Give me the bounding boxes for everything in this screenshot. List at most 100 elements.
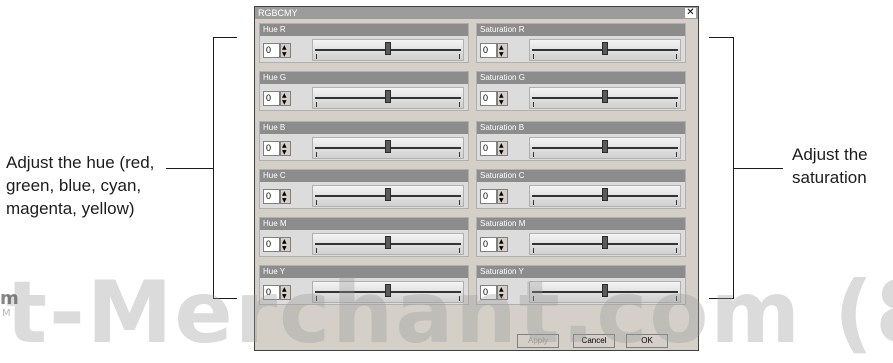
saturation-spinner-r[interactable]: 0 ▲ ▼ <box>480 43 508 58</box>
spinner-arrows-icon[interactable]: ▲ ▼ <box>497 43 508 58</box>
saturation-bracket-bottom <box>709 298 733 299</box>
close-icon[interactable]: ✕ <box>685 8 696 18</box>
hue-value-b[interactable]: 0 <box>263 141 280 156</box>
spinner-arrows-icon[interactable]: ▲ ▼ <box>497 237 508 252</box>
spinner-arrows-icon[interactable]: ▲ ▼ <box>497 285 508 300</box>
saturation-value-r[interactable]: 0 <box>480 43 497 58</box>
hue-spinner-r[interactable]: 0 ▲ ▼ <box>263 43 291 58</box>
slider-thumb[interactable] <box>602 90 608 103</box>
slider-thumb[interactable] <box>385 140 391 153</box>
group-header: Hue Y <box>260 266 468 278</box>
slider-tick-max <box>676 248 677 253</box>
spin-down-icon[interactable]: ▼ <box>282 100 287 106</box>
hue-slider-b[interactable] <box>312 137 464 159</box>
slider-thumb[interactable] <box>602 236 608 249</box>
hue-spinner-g[interactable]: 0 ▲ ▼ <box>263 91 291 106</box>
spin-down-icon[interactable]: ▼ <box>499 100 504 106</box>
spinner-arrows-icon[interactable]: ▲ ▼ <box>497 189 508 204</box>
slider-tick-max <box>459 248 460 253</box>
group-header: Hue R <box>260 24 468 36</box>
slider-thumb[interactable] <box>602 188 608 201</box>
slider-thumb[interactable] <box>602 284 608 297</box>
slider-thumb[interactable] <box>385 90 391 103</box>
saturation-spinner-m[interactable]: 0 ▲ ▼ <box>480 237 508 252</box>
hue-slider-r[interactable] <box>312 39 464 61</box>
slider-tick-max <box>676 54 677 59</box>
saturation-spinner-g[interactable]: 0 ▲ ▼ <box>480 91 508 106</box>
spin-down-icon[interactable]: ▼ <box>499 150 504 156</box>
cancel-button[interactable]: Cancel <box>573 334 615 348</box>
slider-tick-max <box>676 296 677 301</box>
slider-thumb[interactable] <box>385 236 391 249</box>
apply-button[interactable]: Apply <box>517 334 559 348</box>
group-header: Saturation R <box>477 24 685 36</box>
saturation-value-c[interactable]: 0 <box>480 189 497 204</box>
slider-tick-min <box>533 152 534 157</box>
hue-value-r[interactable]: 0 <box>263 43 280 58</box>
saturation-label-c: Saturation C <box>480 171 525 180</box>
saturation-slider-r[interactable] <box>529 39 681 61</box>
hue-slider-m[interactable] <box>312 233 464 255</box>
hue-pointer-line <box>166 168 213 169</box>
slider-thumb[interactable] <box>602 42 608 55</box>
saturation-spinner-y[interactable]: 0 ▲ ▼ <box>480 285 508 300</box>
saturation-slider-g[interactable] <box>529 87 681 109</box>
spin-down-icon[interactable]: ▼ <box>499 246 504 252</box>
spin-down-icon[interactable]: ▼ <box>282 52 287 58</box>
hue-slider-g[interactable] <box>312 87 464 109</box>
saturation-spinner-c[interactable]: 0 ▲ ▼ <box>480 189 508 204</box>
spin-down-icon[interactable]: ▼ <box>282 150 287 156</box>
slider-tick-min <box>316 54 317 59</box>
saturation-spinner-b[interactable]: 0 ▲ ▼ <box>480 141 508 156</box>
hue-spinner-b[interactable]: 0 ▲ ▼ <box>263 141 291 156</box>
spin-down-icon[interactable]: ▼ <box>282 246 287 252</box>
hue-slider-c[interactable] <box>312 185 464 207</box>
spinner-arrows-icon[interactable]: ▲ ▼ <box>280 91 291 106</box>
hue-spinner-y[interactable]: 0 ▲ ▼ <box>263 285 291 300</box>
rgbcmy-dialog: RGBCMY ✕ Hue R 0 ▲ ▼ Hue G 0 ▲ ▼ Hue B 0 ▲ ▼ Hue C 0 ▲… <box>254 6 699 351</box>
slider-tick-max <box>676 102 677 107</box>
spinner-arrows-icon[interactable]: ▲ ▼ <box>280 237 291 252</box>
hue-value-g[interactable]: 0 <box>263 91 280 106</box>
saturation-value-b[interactable]: 0 <box>480 141 497 156</box>
saturation-slider-y[interactable] <box>529 281 681 303</box>
hue-value-c[interactable]: 0 <box>263 189 280 204</box>
spinner-arrows-icon[interactable]: ▲ ▼ <box>280 141 291 156</box>
hue-value-m[interactable]: 0 <box>263 237 280 252</box>
spinner-arrows-icon[interactable]: ▲ ▼ <box>280 285 291 300</box>
slider-thumb[interactable] <box>385 42 391 55</box>
hue-value-y[interactable]: 0 <box>263 285 280 300</box>
group-header: Saturation B <box>477 122 685 134</box>
spin-down-icon[interactable]: ▼ <box>499 294 504 300</box>
spin-down-icon[interactable]: ▼ <box>499 198 504 204</box>
saturation-value-g[interactable]: 0 <box>480 91 497 106</box>
group-header: Saturation M <box>477 218 685 230</box>
spin-down-icon[interactable]: ▼ <box>499 52 504 58</box>
spinner-arrows-icon[interactable]: ▲ ▼ <box>280 189 291 204</box>
spin-down-icon[interactable]: ▼ <box>282 294 287 300</box>
hue-bracket-bottom <box>213 298 237 299</box>
slider-thumb[interactable] <box>385 188 391 201</box>
hue-label-m: Hue M <box>263 219 287 228</box>
hue-spinner-m[interactable]: 0 ▲ ▼ <box>263 237 291 252</box>
saturation-value-m[interactable]: 0 <box>480 237 497 252</box>
saturation-group-g: Saturation G 0 ▲ ▼ <box>476 71 686 111</box>
slider-thumb[interactable] <box>385 284 391 297</box>
spinner-arrows-icon[interactable]: ▲ ▼ <box>497 141 508 156</box>
spinner-arrows-icon[interactable]: ▲ ▼ <box>280 43 291 58</box>
spin-down-icon[interactable]: ▼ <box>282 198 287 204</box>
saturation-value-y[interactable]: 0 <box>480 285 497 300</box>
ok-button[interactable]: OK <box>626 334 668 348</box>
spinner-arrows-icon[interactable]: ▲ ▼ <box>497 91 508 106</box>
hue-slider-y[interactable] <box>312 281 464 303</box>
saturation-slider-m[interactable] <box>529 233 681 255</box>
slider-thumb[interactable] <box>602 140 608 153</box>
slider-tick-max <box>459 296 460 301</box>
slider-tick-max <box>459 200 460 205</box>
saturation-slider-b[interactable] <box>529 137 681 159</box>
hue-label-r: Hue R <box>263 25 286 34</box>
saturation-group-y: Saturation Y 0 ▲ ▼ <box>476 265 686 305</box>
hue-spinner-c[interactable]: 0 ▲ ▼ <box>263 189 291 204</box>
slider-tick-min <box>316 248 317 253</box>
saturation-slider-c[interactable] <box>529 185 681 207</box>
